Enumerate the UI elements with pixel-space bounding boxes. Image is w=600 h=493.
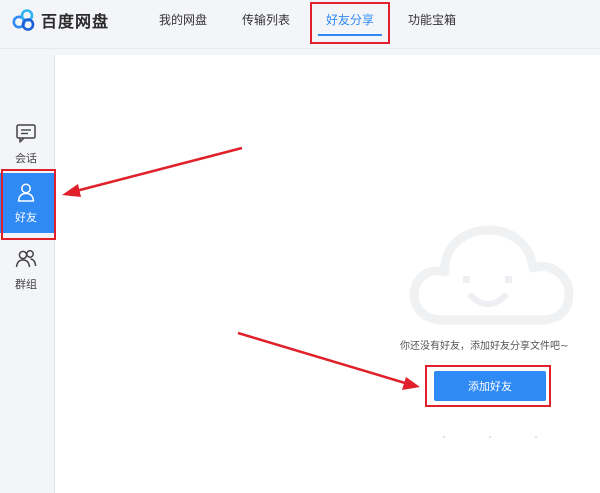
friends-main-panel: 你还没有好友，添加好友分享文件吧~ 添加好友 — [55, 55, 600, 493]
annotation-box-friend-share-tab — [310, 2, 390, 44]
tab-toolbox[interactable]: 功能宝箱 — [408, 10, 456, 30]
chat-icon — [16, 124, 36, 143]
sidebar-item-chat[interactable]: 会话 — [0, 114, 54, 174]
sidebar-item-chat-label: 会话 — [15, 152, 37, 165]
page-dot — [489, 436, 491, 438]
smiling-cloud-icon — [409, 225, 574, 325]
app-logo[interactable]: 百度网盘 — [12, 8, 109, 32]
sidebar-item-groups[interactable]: 群组 — [0, 240, 54, 300]
annotation-box-add-friend-button — [425, 365, 551, 407]
app-name: 百度网盘 — [41, 12, 110, 31]
sidebar-item-groups-label: 群组 — [15, 278, 37, 291]
page-dot — [443, 436, 445, 438]
page-dot — [535, 436, 537, 438]
tab-my-netdisk[interactable]: 我的网盘 — [159, 10, 207, 30]
annotation-box-friends-sidebar — [1, 169, 56, 240]
group-icon — [15, 250, 37, 268]
sidebar: 会话 好友 群组 — [0, 55, 55, 493]
empty-state-message: 你还没有好友，添加好友分享文件吧~ — [400, 341, 569, 352]
tab-transfer-list[interactable]: 传输列表 — [242, 10, 290, 30]
baidu-netdisk-window: 百度网盘 我的网盘 传输列表 好友分享 功能宝箱 会话 好友 群组 你还没有好友… — [0, 0, 600, 493]
top-bar: 百度网盘 我的网盘 传输列表 好友分享 功能宝箱 — [0, 0, 600, 49]
baidu-netdisk-logo-icon — [12, 9, 35, 31]
